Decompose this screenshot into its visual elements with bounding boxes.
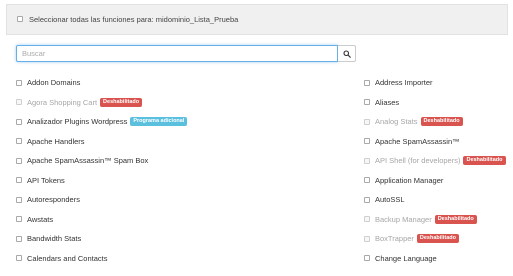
feature-item[interactable]: Calendars and Contacts xyxy=(16,249,187,269)
select-all-checkbox[interactable] xyxy=(17,16,23,22)
feature-label[interactable]: AutoSSL xyxy=(375,195,405,204)
feature-label: Analog Stats xyxy=(375,117,418,127)
feature-item[interactable]: Apache SpamAssassin™ xyxy=(364,132,506,152)
feature-checkbox[interactable] xyxy=(16,79,22,86)
disabled-badge: Deshabilitado xyxy=(420,117,463,127)
feature-item: Agora Shopping Cart Deshabilitado xyxy=(16,93,187,113)
select-all-label[interactable]: Seleccionar todas las funciones para: mi… xyxy=(29,15,238,24)
feature-item: Backup Manager Deshabilitado xyxy=(364,210,506,230)
feature-label: BoxTrapper xyxy=(375,234,414,244)
feature-checkbox[interactable] xyxy=(364,255,370,262)
search-bar xyxy=(16,45,356,62)
feature-label: Agora Shopping Cart xyxy=(27,97,98,107)
feature-item[interactable]: Change Language xyxy=(364,249,506,269)
feature-item[interactable]: Analizador Plugins Wordpress Programa adi… xyxy=(16,112,188,132)
feature-checkbox[interactable] xyxy=(364,177,370,184)
feature-checkbox[interactable] xyxy=(16,235,22,242)
feature-item[interactable]: Apache Handlers xyxy=(16,132,187,152)
feature-label[interactable]: Aliases xyxy=(375,98,399,107)
feature-label[interactable]: Apache SpamAssassin™ Spam Box xyxy=(27,156,148,165)
search-input[interactable] xyxy=(16,45,338,62)
feature-checkbox[interactable] xyxy=(16,118,22,125)
search-button[interactable] xyxy=(338,45,356,62)
feature-item[interactable]: Bandwidth Stats xyxy=(16,229,187,249)
feature-label[interactable]: Calendars and Contacts xyxy=(27,254,107,263)
feature-checkbox xyxy=(364,118,370,125)
feature-checkbox[interactable] xyxy=(16,138,22,145)
feature-list-right: Address Importer Aliases Analog Stats Desha… xyxy=(364,73,506,268)
feature-checkbox xyxy=(364,157,370,164)
feature-label[interactable]: Analizador Plugins Wordpress xyxy=(27,117,127,126)
feature-label: API Shell (for developers) xyxy=(375,156,461,166)
feature-label[interactable]: Autoresponders xyxy=(27,195,80,204)
feature-checkbox xyxy=(364,216,370,223)
feature-checkbox[interactable] xyxy=(16,196,22,203)
select-all-bar: Seleccionar todas las funciones para: mi… xyxy=(6,4,508,35)
feature-label[interactable]: Change Language xyxy=(375,254,437,263)
feature-label: Backup Manager xyxy=(375,214,432,224)
feature-item[interactable]: API Tokens xyxy=(16,171,187,191)
feature-item[interactable]: AutoSSL xyxy=(364,190,506,210)
feature-checkbox[interactable] xyxy=(16,177,22,184)
feature-item[interactable]: Aliases xyxy=(364,93,506,113)
feature-checkbox[interactable] xyxy=(16,255,22,262)
feature-label[interactable]: Bandwidth Stats xyxy=(27,234,81,243)
addon-badge: Programa adicional xyxy=(130,117,188,127)
feature-label[interactable]: Apache SpamAssassin™ xyxy=(375,137,460,146)
disabled-badge: Deshabilitado xyxy=(434,214,477,224)
feature-item[interactable]: Address Importer xyxy=(364,73,506,93)
feature-label[interactable]: Apache Handlers xyxy=(27,137,85,146)
feature-item: API Shell (for developers) Deshabilitado xyxy=(364,151,506,171)
feature-label[interactable]: Application Manager xyxy=(375,176,443,185)
feature-item[interactable]: Apache SpamAssassin™ Spam Box xyxy=(16,151,187,171)
feature-item[interactable]: Application Manager xyxy=(364,171,506,191)
feature-label[interactable]: Address Importer xyxy=(375,78,433,87)
feature-checkbox[interactable] xyxy=(364,196,370,203)
feature-item[interactable]: Awstats xyxy=(16,210,187,230)
feature-checkbox[interactable] xyxy=(364,79,370,86)
feature-item[interactable]: Autoresponders xyxy=(16,190,187,210)
feature-checkbox[interactable] xyxy=(16,157,22,164)
disabled-badge: Deshabilitado xyxy=(100,97,143,107)
feature-label[interactable]: Awstats xyxy=(27,215,53,224)
feature-checkbox[interactable] xyxy=(364,99,370,106)
search-icon xyxy=(342,49,351,58)
feature-list-left: Addon Domains Agora Shopping Cart Deshabil… xyxy=(16,73,188,269)
feature-checkbox xyxy=(364,235,370,242)
feature-checkbox[interactable] xyxy=(16,216,22,223)
disabled-badge: Deshabilitado xyxy=(416,234,459,244)
feature-checkbox xyxy=(16,99,22,106)
disabled-badge: Deshabilitado xyxy=(463,156,506,166)
feature-label[interactable]: API Tokens xyxy=(27,176,65,185)
feature-item: Analog Stats Deshabilitado xyxy=(364,112,506,132)
feature-label[interactable]: Addon Domains xyxy=(27,78,80,87)
feature-item[interactable]: Addon Domains xyxy=(16,73,187,93)
feature-item: BoxTrapper Deshabilitado xyxy=(364,229,506,249)
feature-checkbox[interactable] xyxy=(364,138,370,145)
